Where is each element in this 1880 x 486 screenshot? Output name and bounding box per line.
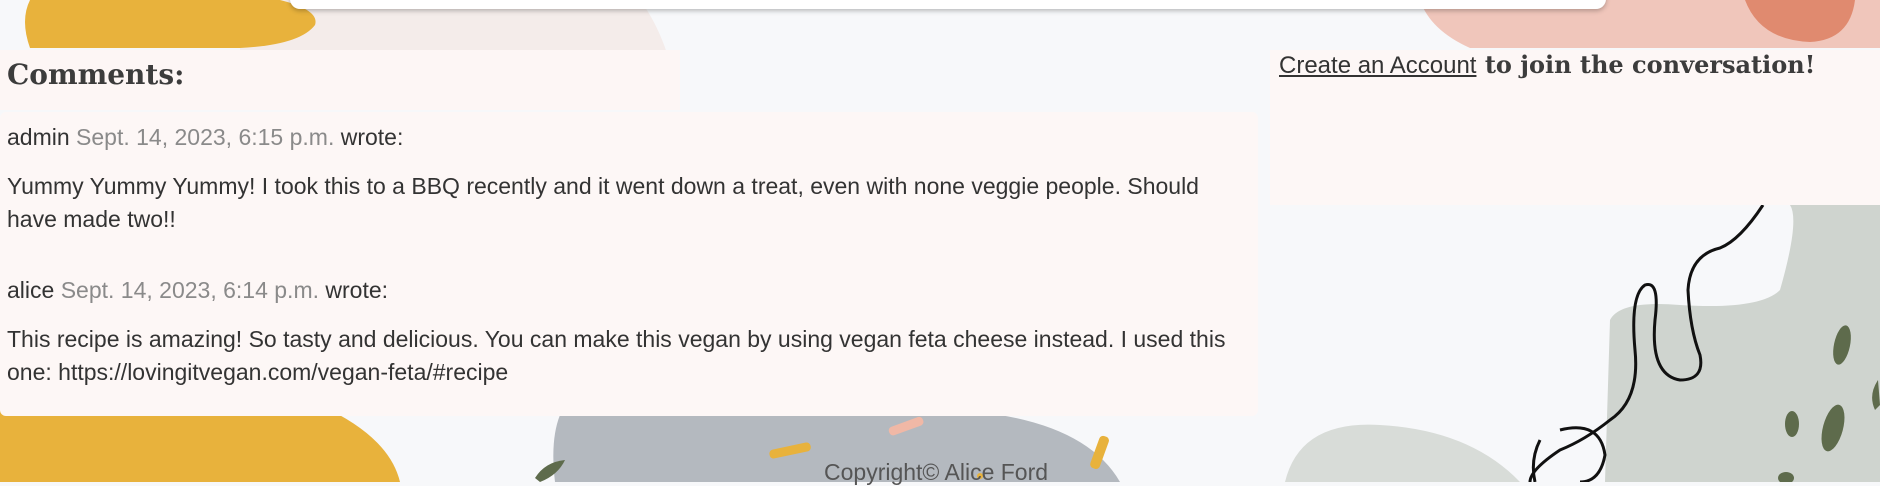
- join-conversation-text: Create an Account to join the conversati…: [1279, 50, 1815, 80]
- comment-wrote-label: wrote:: [340, 124, 404, 150]
- mustard-blob-bottom: [0, 410, 400, 482]
- olive-leaf-3: [1785, 411, 1799, 437]
- join-text: to join the conversation!: [1476, 50, 1816, 79]
- header-card: [290, 0, 1606, 9]
- comments-title: Comments:: [7, 58, 185, 91]
- comment-wrote-label: wrote:: [325, 277, 389, 303]
- comment-date: Sept. 14, 2023, 6:15 p.m.: [76, 124, 335, 150]
- comment-item: admin Sept. 14, 2023, 6:15 p.m. wrote: Y…: [7, 122, 1247, 236]
- comment-body: Yummy Yummy Yummy! I took this to a BBQ …: [7, 173, 1199, 232]
- comment-meta: admin Sept. 14, 2023, 6:15 p.m. wrote:: [7, 122, 1247, 152]
- comment-meta: alice Sept. 14, 2023, 6:14 p.m. wrote:: [7, 275, 1247, 305]
- mustard-blob-top: [25, 0, 316, 48]
- comment-item: alice Sept. 14, 2023, 6:14 p.m. wrote: T…: [7, 275, 1247, 389]
- create-account-link[interactable]: Create an Account: [1279, 52, 1476, 79]
- comment-date: Sept. 14, 2023, 6:14 p.m.: [60, 277, 319, 303]
- comment-body: This recipe is amazing! So tasty and del…: [7, 326, 1226, 385]
- comment-author: alice: [7, 277, 55, 303]
- comment-author: admin: [7, 124, 70, 150]
